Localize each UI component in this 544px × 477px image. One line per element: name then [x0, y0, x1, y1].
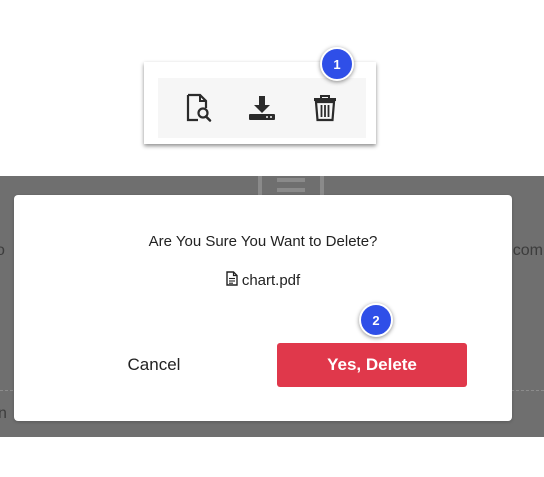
file-search-icon [185, 93, 213, 123]
download-icon [247, 94, 277, 122]
toolbar-button-group [158, 78, 366, 138]
confirm-delete-button[interactable]: Yes, Delete [277, 343, 467, 387]
delete-button[interactable] [307, 90, 343, 126]
cancel-button[interactable]: Cancel [98, 343, 210, 387]
dialog-title: Are You Sure You Want to Delete? [148, 233, 378, 250]
trash-icon [312, 94, 338, 122]
download-button[interactable] [244, 90, 280, 126]
background-text-bottom: n [0, 405, 7, 422]
file-name-row: chart.pdf [14, 271, 512, 290]
background-text-left: o [0, 242, 5, 259]
screen: 1 o r com n Are You Sure You Want to Del… [0, 0, 544, 477]
file-name: chart.pdf [241, 272, 301, 289]
preview-button[interactable] [181, 90, 217, 126]
step-badge-1: 1 [320, 47, 354, 81]
background-menu-icon [258, 176, 324, 196]
document-icon [226, 271, 238, 290]
step-badge-2: 2 [359, 303, 393, 337]
delete-confirm-dialog: Are You Sure You Want to Delete? chart.p… [14, 195, 512, 421]
